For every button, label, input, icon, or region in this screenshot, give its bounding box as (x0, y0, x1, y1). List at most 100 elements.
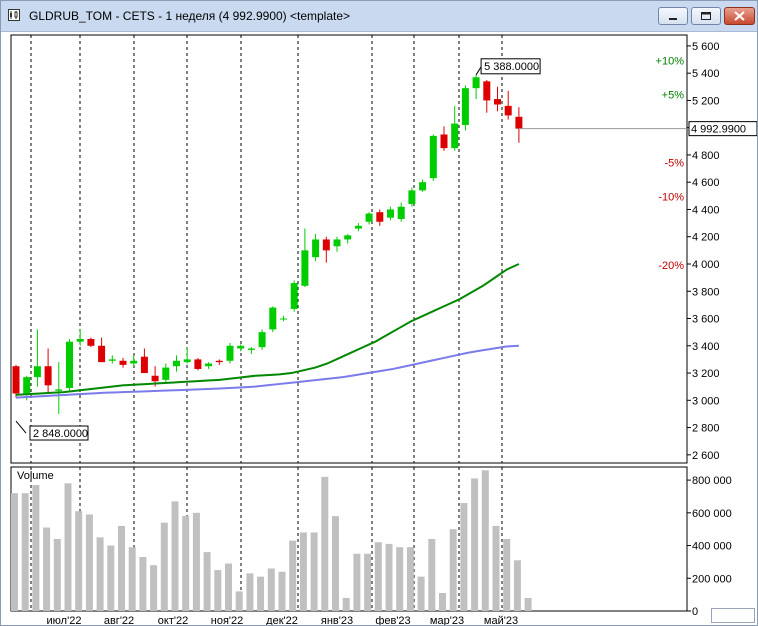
volume-bar[interactable] (171, 501, 179, 611)
volume-bar[interactable] (64, 483, 72, 611)
volume-tick-label: 800 000 (692, 475, 732, 487)
volume-bar[interactable] (353, 553, 361, 611)
candle-body (119, 360, 127, 365)
candle-body (451, 123, 459, 149)
price-volume-chart[interactable]: 2 600 2 800 3 000 3 200 3 400 3 600 3 800 4 000… (1, 32, 757, 625)
volume-bar[interactable] (85, 514, 93, 611)
volume-bar[interactable] (278, 571, 286, 611)
volume-bar[interactable] (182, 516, 190, 611)
volume-bar[interactable] (342, 597, 350, 611)
volume-bar[interactable] (192, 512, 200, 611)
minimize-button[interactable] (658, 7, 688, 25)
volume-bar[interactable] (118, 525, 125, 611)
candle-body (440, 134, 448, 149)
volume-bar[interactable] (299, 532, 307, 611)
candle-body (515, 116, 523, 129)
volume-bar[interactable] (246, 573, 254, 611)
volume-bar[interactable] (332, 516, 339, 611)
volume-bar[interactable] (449, 529, 457, 611)
candle[interactable] (290, 280, 298, 312)
candle[interactable] (87, 337, 95, 348)
candle[interactable] (429, 134, 437, 181)
candle[interactable] (258, 329, 266, 350)
volume-bar[interactable] (471, 478, 479, 611)
volume-bar[interactable] (214, 570, 222, 611)
volume-bar[interactable] (396, 547, 404, 611)
volume-bar[interactable] (460, 503, 468, 611)
candle-body (215, 360, 223, 363)
restore-icon (701, 12, 711, 20)
volume-bar[interactable] (406, 547, 414, 611)
volume-bar[interactable] (513, 560, 521, 611)
price-pane[interactable] (10, 34, 688, 464)
volume-bar[interactable] (53, 539, 61, 611)
volume-bar[interactable] (267, 568, 275, 611)
candle[interactable] (194, 358, 202, 371)
candle-body (66, 341, 73, 389)
volume-bar[interactable] (225, 563, 232, 611)
price-tick-label: 5 600 (692, 41, 720, 53)
volume-bar[interactable] (417, 576, 425, 611)
chart-scroll-box[interactable] (711, 608, 755, 623)
x-tick-label: май'23 (484, 615, 518, 625)
volume-bar[interactable] (428, 539, 436, 611)
volume-bar[interactable] (439, 593, 446, 611)
window-title: GLDRUB_TOM - CETS - 1 неделя (4 992.9900… (29, 9, 351, 23)
volume-bar[interactable] (257, 576, 265, 611)
volume-bar[interactable] (364, 553, 372, 611)
volume-bar[interactable] (32, 485, 40, 611)
volume-bar[interactable] (96, 537, 104, 611)
volume-bar[interactable] (75, 511, 83, 611)
x-tick-label: окт'22 (158, 615, 188, 625)
volume-bar[interactable] (310, 532, 318, 611)
price-tick-label: 2 600 (692, 450, 720, 462)
candle[interactable] (226, 343, 234, 364)
percent-level-label: +10% (656, 56, 685, 68)
candle[interactable] (66, 338, 73, 393)
candle-body (333, 239, 341, 247)
price-tick-label: 3 600 (692, 314, 720, 326)
volume-bar[interactable] (107, 545, 115, 611)
volume-bar[interactable] (481, 470, 489, 611)
volume-bar[interactable] (374, 542, 382, 611)
volume-bar[interactable] (235, 591, 243, 611)
volume-tick-label: 600 000 (692, 508, 732, 520)
volume-bar[interactable] (321, 476, 329, 611)
candle-body (194, 359, 202, 369)
candle-body (472, 77, 480, 89)
volume-bar[interactable] (385, 543, 393, 611)
volume-bar[interactable] (11, 493, 18, 611)
volume-bar[interactable] (128, 547, 136, 611)
candle-body (387, 209, 394, 218)
volume-bar[interactable] (139, 557, 147, 611)
min-callout-label: 2 848.0000 (33, 428, 88, 440)
candle-body (87, 338, 95, 346)
candle-body (173, 360, 180, 367)
candle-body (140, 356, 148, 374)
restore-button[interactable] (691, 7, 721, 25)
candle[interactable] (269, 306, 277, 333)
volume-bar[interactable] (203, 552, 211, 611)
candle-body (98, 345, 106, 363)
volume-bar[interactable] (524, 597, 532, 611)
close-button[interactable] (724, 7, 755, 25)
candle[interactable] (461, 85, 469, 131)
volume-bar[interactable] (492, 525, 500, 611)
title-bar[interactable]: GLDRUB_TOM - CETS - 1 неделя (4 992.9900… (1, 1, 757, 32)
candle[interactable] (408, 187, 416, 207)
volume-bar[interactable] (160, 522, 168, 611)
candle-body (312, 239, 320, 258)
volume-bar[interactable] (503, 539, 511, 611)
price-tick-label: 3 200 (692, 368, 720, 380)
chart-app-icon (8, 9, 20, 21)
price-tick-label: 4 000 (692, 259, 720, 271)
volume-bar[interactable] (150, 565, 158, 611)
volume-bar[interactable] (21, 493, 29, 611)
x-tick-label: янв'23 (321, 615, 353, 625)
volume-tick-label: 0 (692, 606, 698, 618)
candle[interactable] (12, 364, 20, 398)
candle-body (247, 348, 255, 350)
candle-body (461, 88, 469, 125)
volume-bar[interactable] (289, 540, 297, 611)
volume-bar[interactable] (43, 527, 51, 611)
